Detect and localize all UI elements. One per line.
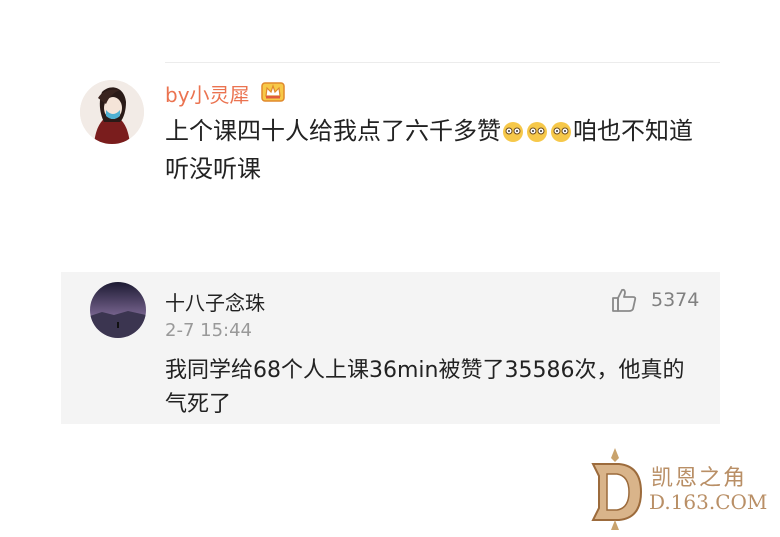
reply-avatar[interactable] (90, 282, 146, 338)
crown-badge-icon (259, 77, 287, 105)
weibo-post: by小灵犀 上个课四十人给我点了六千多赞 咱也不知道听没听课 (0, 0, 780, 260)
reply-text: 我同学给68个人上课36min被赞了35586次，他真的气死了 (165, 358, 685, 417)
watermark: 凯恩之角 D.163.COM (585, 440, 780, 537)
reply-timestamp: 2-7 15:44 (165, 320, 252, 341)
like-count[interactable]: 5374 (651, 289, 699, 311)
d-logo-icon (585, 448, 645, 530)
reply-card: 十八子念珠 2-7 15:44 我同学给68个人上课36min被赞了35586次… (61, 272, 720, 424)
post-username[interactable]: by小灵犀 (165, 79, 250, 108)
post-content: 上个课四十人给我点了六千多赞 咱也不知道听没听课 (165, 112, 705, 188)
user-avatar[interactable] (80, 80, 144, 144)
reply-username[interactable]: 十八子念珠 (165, 287, 265, 316)
thumbs-up-icon[interactable] (610, 286, 638, 314)
yellow-face-emoji-icon (526, 116, 548, 142)
watermark-domain: D.163.COM (649, 490, 768, 514)
yellow-face-emoji-icon (502, 116, 524, 142)
yellow-face-emoji-icon (550, 116, 572, 142)
watermark-site-name: 凯恩之角 (651, 466, 748, 491)
post-text-part1: 上个课四十人给我点了六千多赞 (165, 117, 501, 145)
